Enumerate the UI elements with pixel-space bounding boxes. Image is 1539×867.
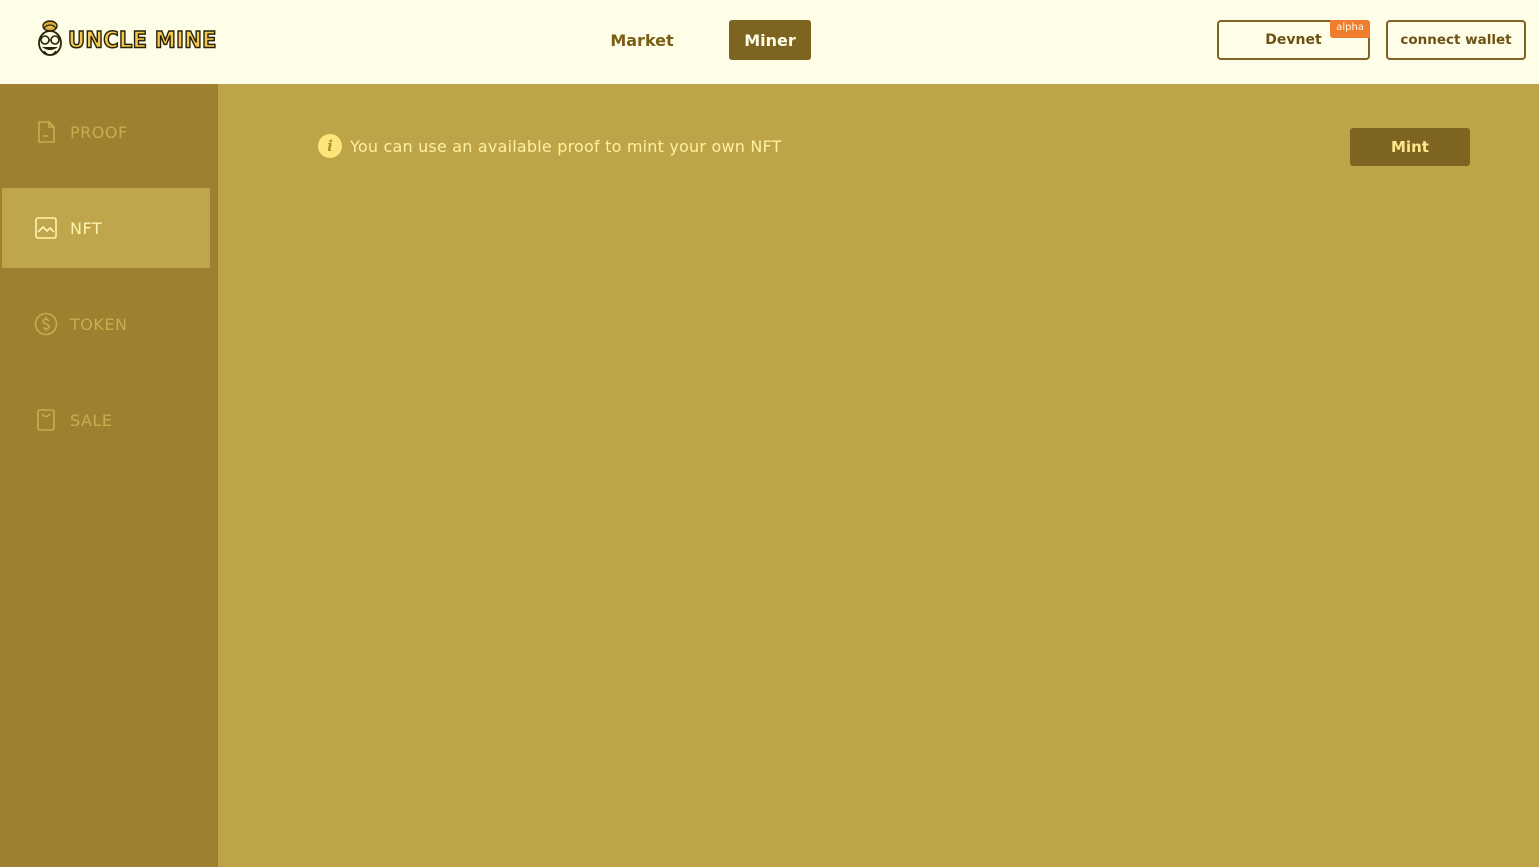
- main-content: i You can use an available proof to mint…: [218, 84, 1539, 867]
- info-text: You can use an available proof to mint y…: [350, 136, 782, 156]
- sidebar-item-proof[interactable]: PROOF: [2, 92, 210, 172]
- logo[interactable]: UNCLE MINE: [36, 18, 217, 62]
- top-header: UNCLE MINE Market Miner Devnet alpha con…: [0, 0, 1539, 84]
- info-message: i You can use an available proof to mint…: [318, 134, 782, 158]
- miner-mascot-icon: [38, 20, 62, 56]
- sidebar-item-label: NFT: [70, 218, 103, 238]
- bag-icon: [34, 408, 58, 432]
- nav-market[interactable]: Market: [600, 20, 684, 60]
- sidebar-item-label: TOKEN: [70, 314, 128, 334]
- alpha-badge: alpha: [1330, 20, 1370, 38]
- sidebar-item-label: PROOF: [70, 122, 128, 142]
- document-icon: [34, 120, 58, 144]
- image-icon: [34, 216, 58, 240]
- logo-text: UNCLE MINE: [67, 27, 217, 54]
- sidebar-item-label: SALE: [70, 410, 113, 430]
- sidebar-item-token[interactable]: TOKEN: [2, 284, 210, 364]
- sidebar: PROOF NFT TOKEN SALE: [0, 84, 218, 867]
- coin-icon: [34, 312, 58, 336]
- network-devnet-button[interactable]: Devnet alpha: [1217, 20, 1370, 60]
- info-icon: i: [318, 134, 342, 158]
- network-label: Devnet: [1265, 32, 1322, 48]
- mint-button[interactable]: Mint: [1350, 128, 1470, 166]
- connect-wallet-button[interactable]: connect wallet: [1386, 20, 1526, 60]
- sidebar-item-sale[interactable]: SALE: [2, 380, 210, 460]
- sidebar-item-nft[interactable]: NFT: [2, 188, 210, 268]
- nav-miner[interactable]: Miner: [729, 20, 811, 60]
